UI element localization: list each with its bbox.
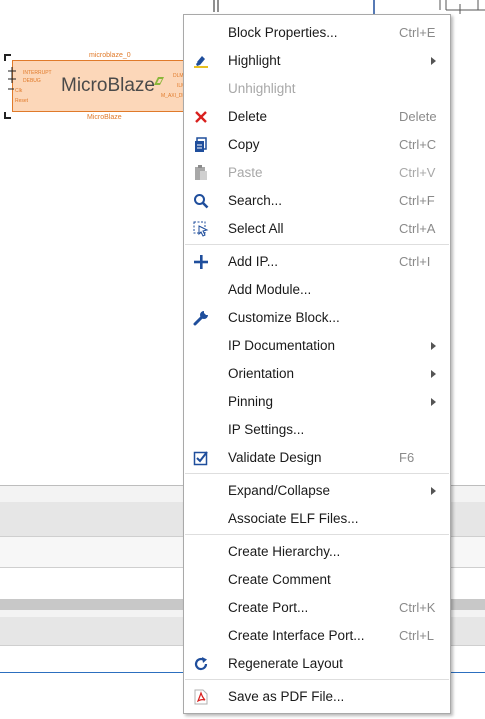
menu-separator (185, 679, 449, 680)
xilinx-logo-icon (154, 77, 164, 85)
menu-separator (185, 473, 449, 474)
menu-item-label: Create Interface Port... (228, 628, 365, 643)
menu-item-add-ip[interactable]: Add IP... Ctrl+I (184, 248, 450, 276)
menu-item-add-module[interactable]: Add Module... (184, 276, 450, 304)
menu-item-shortcut: F6 (399, 450, 415, 465)
menu-item-ip-documentation[interactable]: IP Documentation (184, 332, 450, 360)
menu-item-block-properties[interactable]: Block Properties... Ctrl+E (184, 19, 450, 47)
menu-item-shortcut: Ctrl+L (399, 628, 435, 643)
wrench-icon (192, 309, 210, 327)
menu-item-label: Select All (228, 221, 284, 236)
menu-item-label: Pinning (228, 394, 274, 409)
menu-item-label: Customize Block... (228, 310, 340, 325)
menu-item-highlight[interactable]: Highlight (184, 47, 450, 75)
submenu-arrow-icon (431, 398, 436, 406)
menu-item-label: Create Comment (228, 572, 331, 587)
highlight-icon (192, 52, 210, 70)
menu-item-label: Paste (228, 165, 263, 180)
context-menu: Block Properties... Ctrl+E Highlight Unh… (183, 14, 451, 714)
port-dlmb[interactable]: DLM (173, 73, 184, 79)
menu-item-regenerate-layout[interactable]: Regenerate Layout (184, 650, 450, 678)
port-debug[interactable]: DEBUG (23, 78, 41, 84)
menu-item-create-hierarchy[interactable]: Create Hierarchy... (184, 538, 450, 566)
menu-item-orientation[interactable]: Orientation (184, 360, 450, 388)
menu-item-label: Search... (228, 193, 283, 208)
menu-item-pinning[interactable]: Pinning (184, 388, 450, 416)
menu-item-unhighlight[interactable]: Unhighlight (184, 75, 450, 103)
menu-item-label: Save as PDF File... (228, 689, 345, 704)
menu-item-label: Validate Design (228, 450, 322, 465)
microblaze-block[interactable]: microblaze_0 INTERRUPT DEBUG Clk Reset M… (4, 50, 190, 124)
menu-item-copy[interactable]: Copy Ctrl+C (184, 131, 450, 159)
block-module-name: MicroBlaze (87, 114, 122, 121)
menu-item-delete[interactable]: Delete Delete (184, 103, 450, 131)
menu-item-label: Unhighlight (228, 81, 296, 96)
block-body[interactable]: INTERRUPT DEBUG Clk Reset MicroBlaze DLM… (12, 60, 190, 112)
menu-item-associate-elf[interactable]: Associate ELF Files... (184, 505, 450, 533)
menu-item-shortcut: Ctrl+E (399, 25, 436, 40)
port-pins (8, 67, 16, 90)
menu-item-label: IP Documentation (228, 338, 336, 353)
menu-item-label: Copy (228, 137, 260, 152)
submenu-arrow-icon (431, 487, 436, 495)
menu-item-search[interactable]: Search... Ctrl+F (184, 187, 450, 215)
block-title: MicroBlaze (61, 75, 155, 96)
menu-item-label: Regenerate Layout (228, 656, 343, 671)
menu-item-select-all[interactable]: Select All Ctrl+A (184, 215, 450, 243)
menu-item-shortcut: Delete (399, 109, 437, 124)
validate-icon (192, 449, 210, 467)
refresh-icon (192, 655, 210, 673)
submenu-arrow-icon (431, 57, 436, 65)
search-icon (192, 192, 210, 210)
menu-item-validate-design[interactable]: Validate Design F6 (184, 444, 450, 472)
menu-item-label: Expand/Collapse (228, 483, 331, 498)
menu-item-shortcut: Ctrl+I (399, 254, 431, 269)
menu-item-customize-block[interactable]: Customize Block... (184, 304, 450, 332)
pdf-icon (192, 688, 210, 706)
menu-separator (185, 534, 449, 535)
menu-item-label: Create Port... (228, 600, 309, 615)
menu-item-create-port[interactable]: Create Port... Ctrl+K (184, 594, 450, 622)
menu-item-label: Delete (228, 109, 268, 124)
menu-item-shortcut: Ctrl+K (399, 600, 436, 615)
copy-icon (192, 136, 210, 154)
menu-item-shortcut: Ctrl+A (399, 221, 436, 236)
paste-icon (192, 164, 210, 182)
menu-item-create-interface-port[interactable]: Create Interface Port... Ctrl+L (184, 622, 450, 650)
port-interrupt[interactable]: INTERRUPT (23, 70, 52, 76)
menu-item-label: Create Hierarchy... (228, 544, 341, 559)
menu-item-create-comment[interactable]: Create Comment (184, 566, 450, 594)
menu-item-label: IP Settings... (228, 422, 305, 437)
menu-item-shortcut: Ctrl+F (399, 193, 435, 208)
block-instance-name: microblaze_0 (89, 52, 131, 59)
menu-item-label: Add Module... (228, 282, 312, 297)
menu-item-label: Orientation (228, 366, 295, 381)
menu-item-shortcut: Ctrl+C (399, 137, 437, 152)
submenu-arrow-icon (431, 370, 436, 378)
submenu-arrow-icon (431, 342, 436, 350)
menu-item-paste[interactable]: Paste Ctrl+V (184, 159, 450, 187)
menu-item-expand-collapse[interactable]: Expand/Collapse (184, 477, 450, 505)
menu-item-label: Highlight (228, 53, 281, 68)
plus-icon (192, 253, 210, 271)
menu-item-shortcut: Ctrl+V (399, 165, 436, 180)
menu-item-ip-settings[interactable]: IP Settings... (184, 416, 450, 444)
menu-separator (185, 244, 449, 245)
menu-item-label: Block Properties... (228, 25, 338, 40)
delete-icon (192, 108, 210, 126)
menu-item-label: Associate ELF Files... (228, 511, 359, 526)
menu-item-save-pdf[interactable]: Save as PDF File... (184, 683, 450, 711)
selection-corner (4, 112, 11, 119)
menu-item-label: Add IP... (228, 254, 279, 269)
select-all-icon (192, 220, 210, 238)
